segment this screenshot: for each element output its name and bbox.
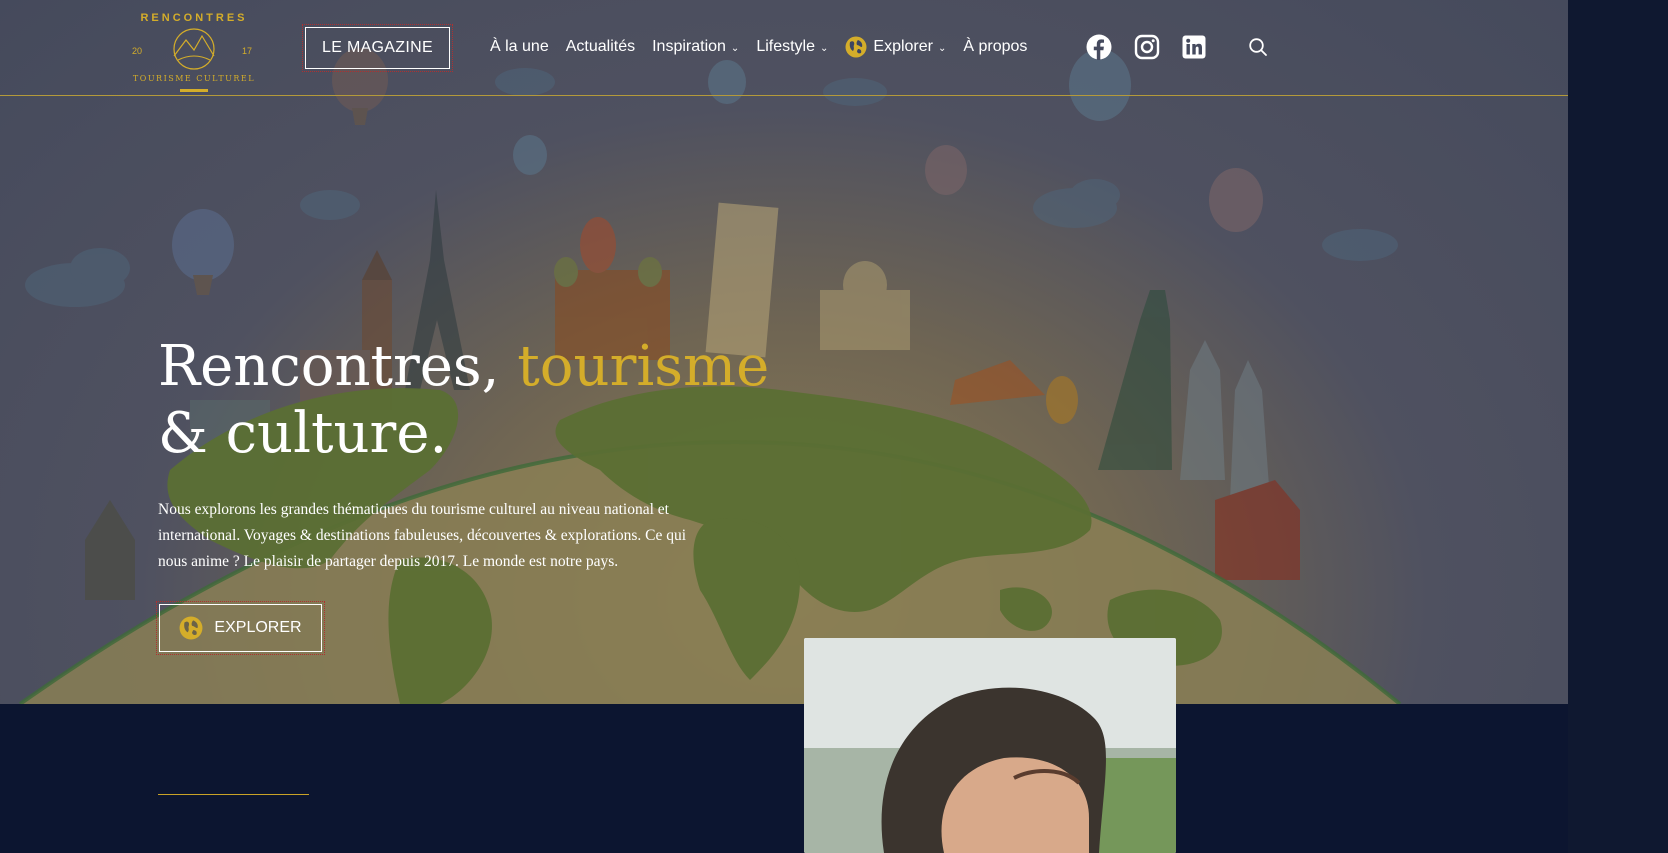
nav-item-a-la-une[interactable]: À la une xyxy=(490,38,549,56)
hero-title-accent: tourisme xyxy=(517,334,770,399)
explorer-button[interactable]: EXPLORER xyxy=(156,601,325,655)
explorer-button-label: EXPLORER xyxy=(214,619,302,636)
hero-title-part2: & culture. xyxy=(158,401,448,466)
logo-underline xyxy=(180,89,208,92)
search-icon[interactable] xyxy=(1248,37,1268,57)
site-logo[interactable]: RENCONTRES 20 17 TOURISME CULTUREL xyxy=(128,4,260,94)
logo-subtitle: TOURISME CULTUREL xyxy=(132,74,256,83)
nav-item-a-propos[interactable]: À propos xyxy=(963,38,1027,56)
globe-icon xyxy=(179,616,203,640)
le-magazine-button[interactable]: LE MAGAZINE xyxy=(302,24,453,72)
chevron-down-icon: ⌄ xyxy=(937,43,947,54)
nav-item-actualites[interactable]: Actualités xyxy=(566,38,635,56)
logo-title: RENCONTRES xyxy=(140,12,248,24)
nav-label: Explorer xyxy=(873,38,933,55)
globe-icon xyxy=(845,36,867,58)
site-header: RENCONTRES 20 17 TOURISME CULTUREL LE MA… xyxy=(0,0,1568,96)
nav-item-inspiration[interactable]: Inspiration ⌄ xyxy=(652,38,739,56)
logo-year-right: 17 xyxy=(242,46,253,56)
intro-section xyxy=(0,704,1568,853)
nav-label: Lifestyle xyxy=(756,38,816,55)
hero-description: Nous explorons les grandes thématiques d… xyxy=(158,501,687,570)
nav-label: Inspiration xyxy=(652,38,726,55)
facebook-icon[interactable] xyxy=(1086,34,1112,60)
main-navigation: À la une Actualités Inspiration ⌄ Lifesty… xyxy=(490,36,1044,58)
nav-label: Actualités xyxy=(565,38,636,55)
le-magazine-label: LE MAGAZINE xyxy=(305,27,450,69)
nav-label: À la une xyxy=(490,38,549,55)
author-portrait-image xyxy=(804,638,1176,853)
linkedin-icon[interactable] xyxy=(1181,34,1207,60)
instagram-icon[interactable] xyxy=(1134,34,1160,60)
section-divider xyxy=(158,794,309,795)
logo-emblem-icon xyxy=(173,28,215,70)
explorer-button-inner: EXPLORER xyxy=(159,604,322,652)
chevron-down-icon: ⌄ xyxy=(730,43,740,54)
nav-label: À propos xyxy=(963,38,1028,55)
logo-year-left: 20 xyxy=(132,46,143,56)
nav-item-lifestyle[interactable]: Lifestyle ⌄ xyxy=(756,38,828,56)
chevron-down-icon: ⌄ xyxy=(820,43,829,54)
nav-item-explorer[interactable]: Explorer ⌄ xyxy=(845,36,946,58)
hero-title-part1: Rencontres, xyxy=(158,334,518,399)
hero-title: Rencontres, tourisme & culture. xyxy=(158,333,769,467)
